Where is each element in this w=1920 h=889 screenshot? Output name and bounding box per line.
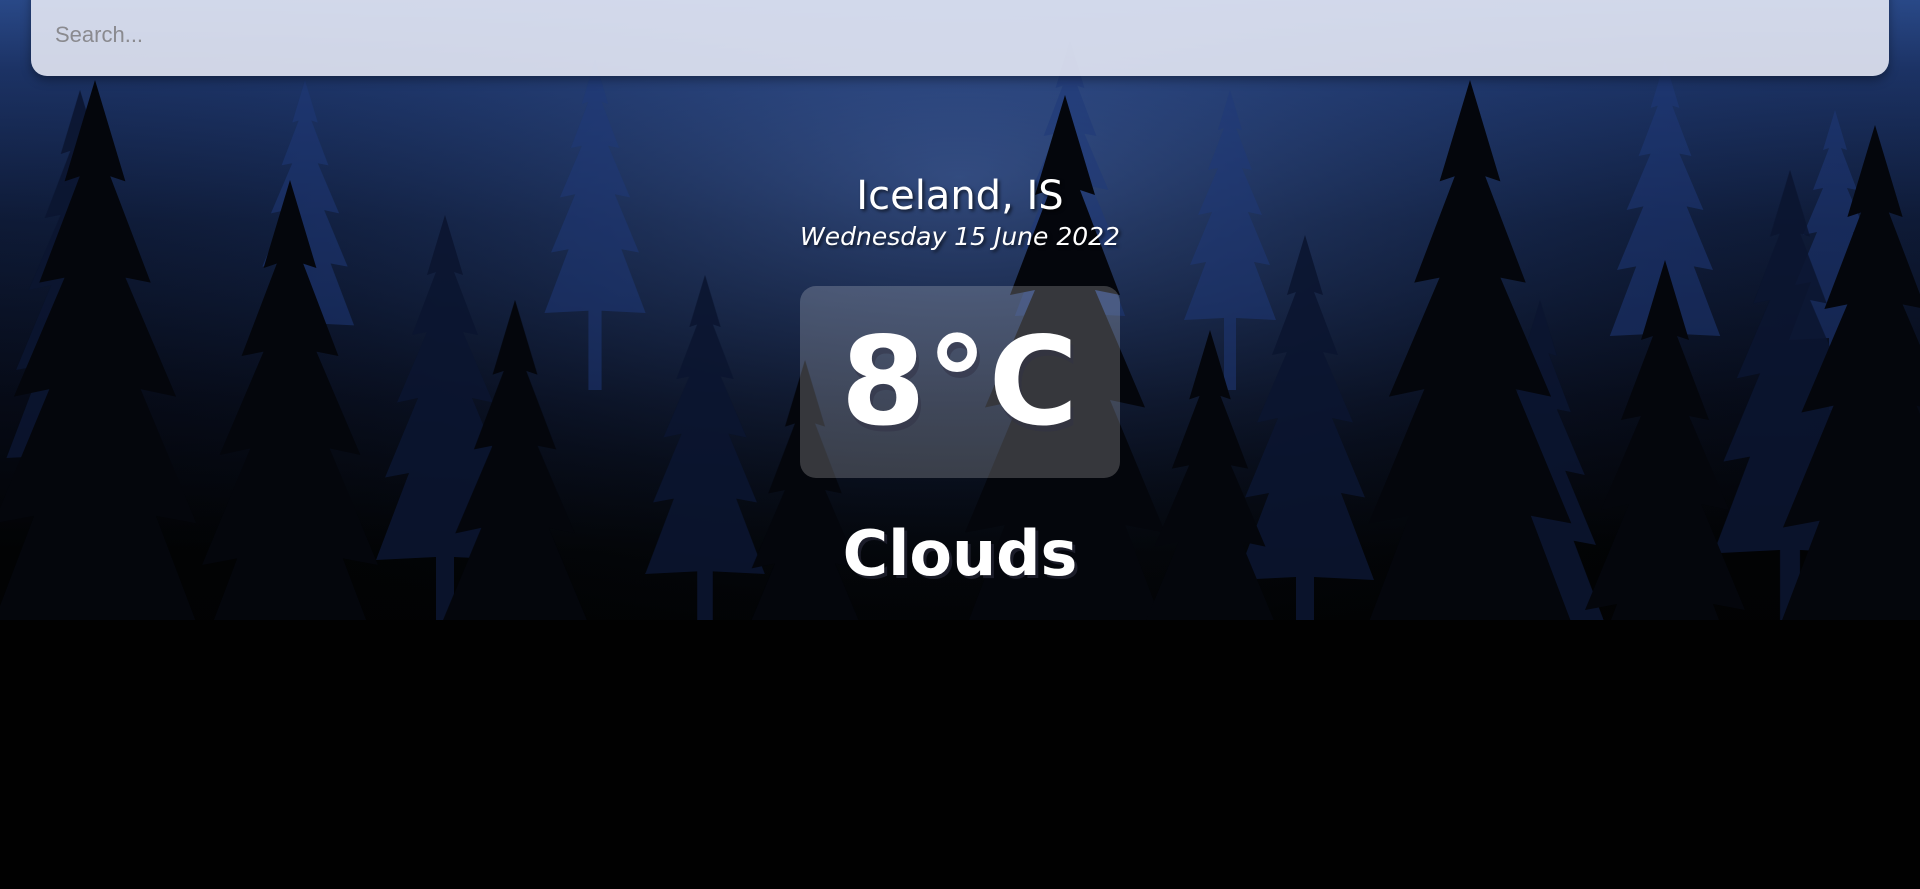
current-date: Wednesday 15 June 2022: [800, 222, 1120, 251]
temperature-value: 8°C: [840, 311, 1080, 453]
temperature-box: 8°C: [800, 286, 1120, 478]
location-name: Iceland, IS: [856, 173, 1064, 219]
search-input[interactable]: [55, 0, 1855, 70]
weather-condition: Clouds: [842, 517, 1078, 590]
location-box: Iceland, IS Wednesday 15 June 2022: [0, 170, 1920, 252]
search-box: [31, 0, 1889, 76]
